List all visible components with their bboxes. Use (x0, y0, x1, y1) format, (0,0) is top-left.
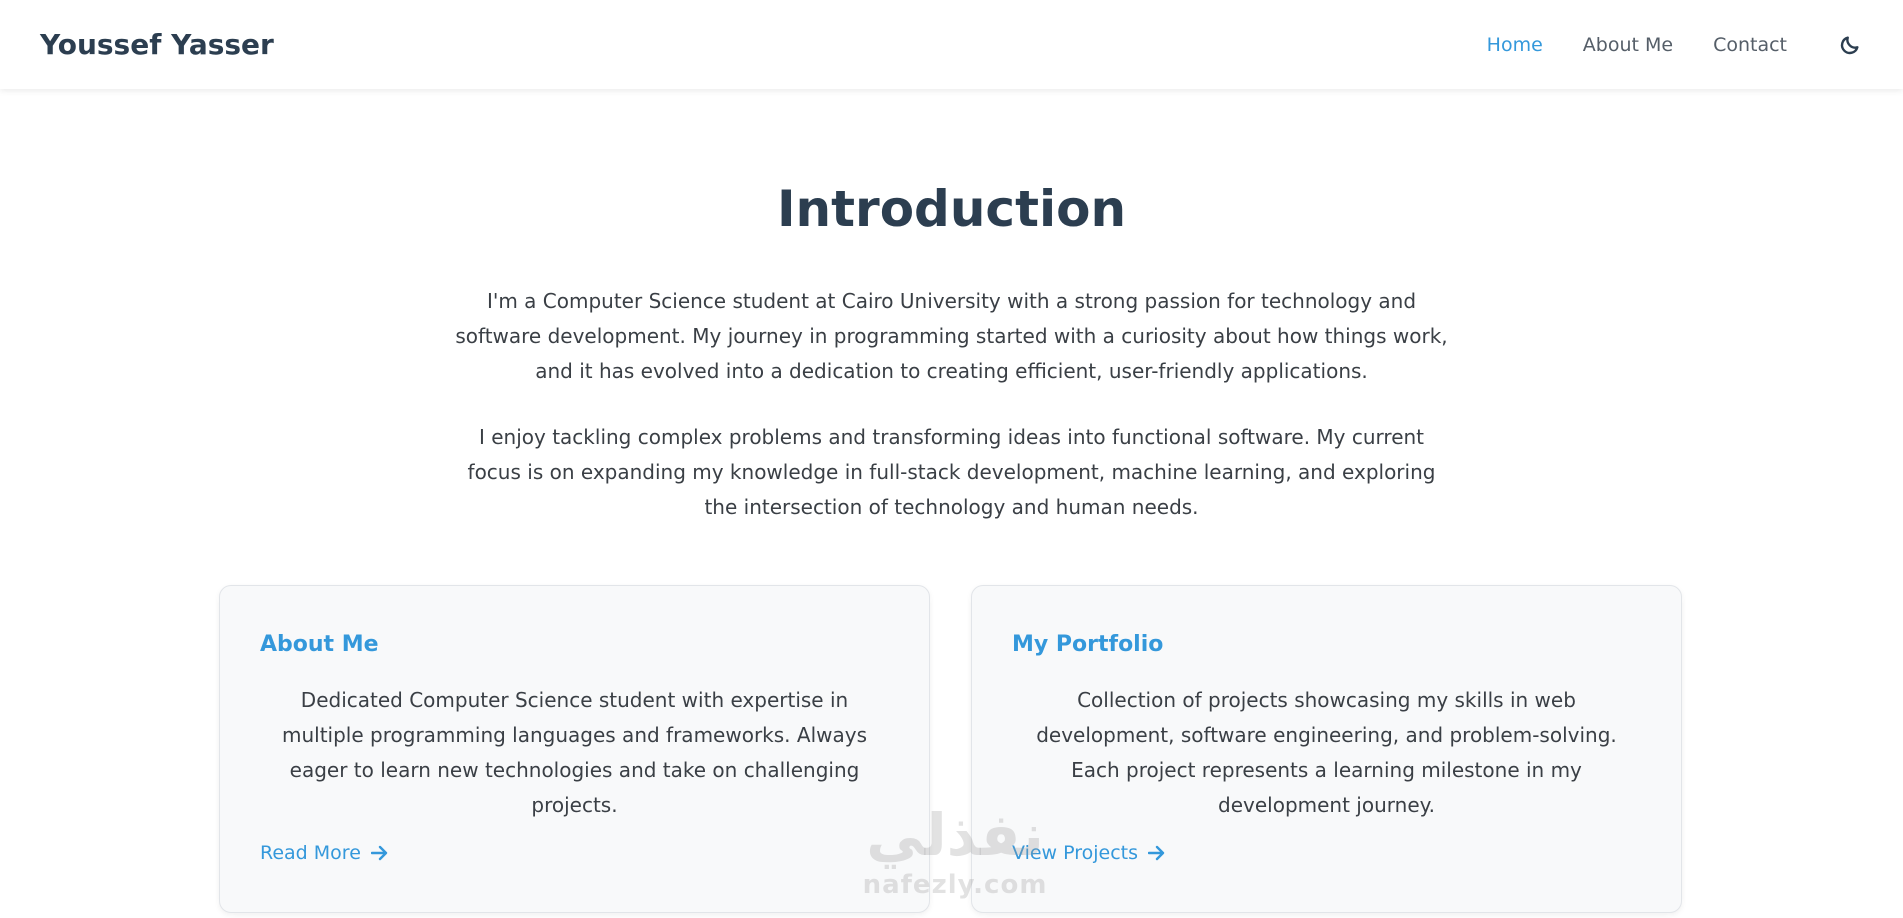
about-me-card: About Me Dedicated Computer Science stud… (219, 585, 930, 913)
portfolio-card-text: Collection of projects showcasing my ski… (1036, 688, 1617, 817)
introduction-section: Introduction I'm a Computer Science stud… (0, 89, 1903, 525)
read-more-label: Read More (260, 842, 361, 864)
top-navbar: Youssef Yasser Home About Me Contact (0, 0, 1903, 89)
arrow-right-icon (1148, 845, 1166, 861)
about-me-card-title: About Me (260, 632, 379, 657)
introduction-paragraph-2: I enjoy tackling complex problems and tr… (467, 425, 1436, 519)
about-me-card-text: Dedicated Computer Science student with … (282, 688, 867, 817)
introduction-paragraph-1: I'm a Computer Science student at Cairo … (455, 289, 1448, 383)
page: Youssef Yasser Home About Me Contact Int… (0, 0, 1903, 918)
moon-icon (1840, 35, 1859, 54)
nav-link-home[interactable]: Home (1487, 34, 1543, 56)
portfolio-card: My Portfolio Collection of projects show… (971, 585, 1682, 913)
portfolio-card-title: My Portfolio (1012, 632, 1164, 657)
nav-link-about-me[interactable]: About Me (1583, 34, 1673, 56)
site-brand[interactable]: Youssef Yasser (40, 28, 274, 61)
nav-link-contact[interactable]: Contact (1713, 34, 1787, 56)
arrow-right-icon (370, 845, 389, 861)
read-more-link[interactable]: Read More (260, 842, 389, 864)
theme-toggle-button[interactable] (1837, 32, 1863, 58)
main-nav: Home About Me Contact (1447, 32, 1863, 58)
view-projects-link[interactable]: View Projects (1012, 842, 1166, 864)
introduction-title: Introduction (776, 180, 1127, 238)
view-projects-label: View Projects (1012, 842, 1139, 864)
